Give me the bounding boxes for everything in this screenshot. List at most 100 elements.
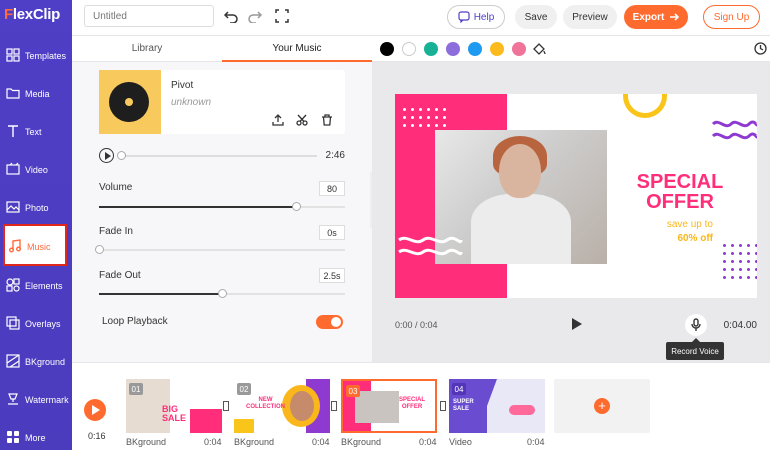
video-canvas[interactable]: SPECIAL OFFER save up to 60% off — [395, 94, 757, 298]
fade-out-slider[interactable] — [99, 289, 345, 298]
scissors-icon[interactable] — [296, 114, 308, 126]
sidebar-item-text[interactable]: Text — [0, 114, 70, 150]
fade-in-slider[interactable] — [95, 245, 345, 254]
preview-button[interactable]: Preview — [563, 5, 617, 29]
project-title-input[interactable] — [84, 5, 214, 27]
sidebar-item-music[interactable]: Music — [3, 224, 67, 266]
subheadline-line-1: save up to — [666, 219, 713, 230]
fade-in-value[interactable]: 0s — [319, 225, 345, 240]
track-player: 2:46 — [99, 148, 345, 164]
sidebar-item-label: Media — [25, 89, 50, 99]
sidebar-item-templates[interactable]: Templates — [0, 38, 70, 74]
export-button[interactable]: Export — [624, 5, 688, 29]
scene-title: BIG SALE — [162, 405, 186, 423]
scene-title-line-2: COLLECTION — [246, 404, 285, 410]
preview-play-button[interactable] — [572, 318, 582, 330]
track-progress-bar[interactable] — [117, 151, 317, 160]
color-swatch[interactable] — [490, 42, 504, 56]
chat-icon — [458, 11, 470, 23]
volume-slider[interactable] — [99, 202, 345, 211]
scene-thumbnail[interactable]: 01 BIG SALE — [126, 379, 222, 433]
sidebar-item-label: Watermark — [25, 395, 69, 405]
scene-label: Video — [449, 437, 472, 447]
timeline-play-button[interactable] — [84, 399, 106, 421]
add-scene-button[interactable]: + — [554, 379, 650, 433]
headline-line-2: OFFER — [646, 191, 714, 213]
scene-title: SPECIAL OFFER — [399, 397, 425, 411]
signup-button[interactable]: Sign Up — [703, 5, 760, 29]
color-swatch[interactable] — [468, 42, 482, 56]
sidebar-item-photo[interactable]: Photo — [0, 190, 70, 226]
fullscreen-icon[interactable] — [275, 9, 289, 23]
headline-text[interactable]: SPECIAL OFFER — [617, 172, 743, 212]
scene-thumbnail[interactable]: 02 NEW COLLECTION — [234, 379, 330, 433]
volume-label: Volume — [99, 182, 133, 193]
sidebar-item-elements[interactable]: Elements — [0, 268, 70, 304]
undo-icon[interactable] — [224, 9, 238, 23]
volume-value[interactable]: 80 — [319, 181, 345, 196]
scene-title-line-1: NEW — [258, 397, 273, 403]
photo-body — [471, 194, 571, 264]
music-track-card[interactable]: Pivot unknown — [99, 70, 345, 134]
volume-slider-knob[interactable] — [291, 202, 301, 211]
purple-dots-decoration — [723, 244, 757, 279]
sidebar-item-label: Text — [25, 127, 42, 137]
color-swatch[interactable] — [380, 42, 394, 56]
scene-number: 04 — [452, 383, 466, 395]
scene-number: 03 — [346, 385, 360, 397]
color-swatch[interactable] — [512, 42, 526, 56]
trash-icon[interactable] — [321, 114, 333, 126]
fade-out-slider-knob[interactable] — [218, 289, 227, 298]
color-swatch[interactable] — [424, 42, 438, 56]
scene-title-line-1: SPECIAL — [399, 397, 426, 403]
subheadline-text[interactable]: save up to 60% off — [617, 218, 743, 246]
sidebar-item-video[interactable]: Video — [0, 152, 70, 188]
fade-in-slider-knob[interactable] — [95, 245, 104, 254]
paint-bucket-icon[interactable] — [532, 42, 546, 56]
tab-library[interactable]: Library — [72, 43, 222, 54]
total-time: 0:04.00 — [723, 320, 757, 331]
clock-icon[interactable] — [754, 42, 767, 55]
timeline: 0:16 01 BIG SALE BKground 0:04 02 NEW CO… — [72, 362, 770, 450]
sidebar-item-label: More — [25, 433, 46, 443]
loop-playback-toggle[interactable] — [316, 315, 343, 329]
save-button[interactable]: Save — [515, 5, 557, 29]
help-label: Help — [473, 11, 495, 23]
help-button[interactable]: Help — [447, 5, 505, 29]
scene-label: BKground — [234, 437, 275, 447]
yellow-ring-decoration — [623, 94, 667, 118]
scene-number: 02 — [237, 383, 251, 395]
sidebar-item-media[interactable]: Media — [0, 76, 70, 112]
color-swatch[interactable] — [402, 42, 416, 56]
white-dots-decoration — [403, 108, 446, 127]
export-label: Export — [632, 11, 665, 23]
transition-marker[interactable] — [223, 401, 229, 411]
music-panel: Library Your Music Pivot unknown 2:46 Vo… — [72, 36, 372, 362]
color-swatch[interactable] — [446, 42, 460, 56]
scene-thumbnail-selected[interactable]: 03 SPECIAL OFFER — [341, 379, 437, 433]
sidebar-item-more[interactable]: More — [0, 420, 70, 450]
sidebar-item-overlays[interactable]: Overlays — [0, 306, 70, 342]
track-duration: 2:46 — [325, 150, 345, 161]
transition-marker[interactable] — [331, 401, 337, 411]
transition-marker[interactable] — [440, 401, 446, 411]
preview-area: SPECIAL OFFER save up to 60% off 0:00 / … — [372, 62, 770, 362]
fade-out-value[interactable]: 2.5s — [319, 268, 345, 283]
tab-your-music[interactable]: Your Music — [222, 43, 372, 54]
sidebar-item-watermark[interactable]: Watermark — [0, 382, 70, 418]
record-voice-button[interactable] — [685, 314, 707, 336]
flexclip-logo[interactable]: FlexClip — [4, 6, 60, 23]
fade-out-slider-fill — [99, 293, 222, 295]
sidebar-item-bkground[interactable]: BKground — [0, 344, 70, 380]
headline-line-1: SPECIAL — [636, 171, 724, 193]
play-track-button[interactable] — [99, 148, 114, 163]
scene-thumbnail[interactable]: 04 SUPER SALE — [449, 379, 545, 433]
upload-icon[interactable] — [272, 114, 284, 126]
photo-face — [499, 144, 541, 198]
redo-icon[interactable] — [248, 9, 262, 23]
grid-icon — [6, 48, 20, 62]
track-progress-knob[interactable] — [117, 151, 126, 160]
folder-icon — [6, 88, 20, 99]
fade-in-label: Fade In — [99, 226, 133, 237]
scene-title-line-2: SALE — [162, 413, 187, 423]
